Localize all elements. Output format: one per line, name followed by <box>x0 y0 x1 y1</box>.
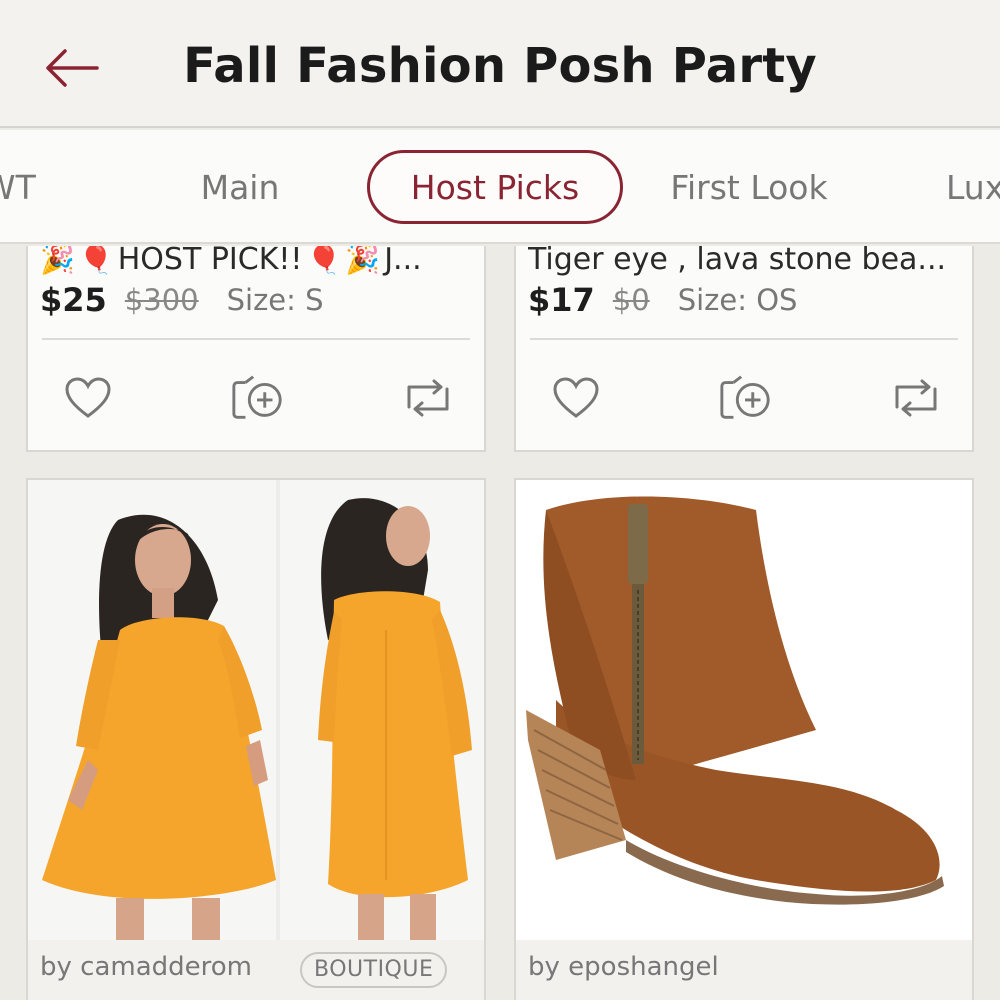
repost-icon <box>895 379 937 417</box>
seller-row: by camadderom BOUTIQUE <box>28 940 484 1000</box>
share-add-icon <box>232 375 282 419</box>
tab-luxury[interactable]: Luxury <box>946 150 1000 224</box>
listing-title: Tiger eye , lava stone bea... <box>528 246 947 277</box>
listing-size: Size: OS <box>677 283 798 317</box>
repost-button[interactable] <box>888 370 944 426</box>
boutique-badge: BOUTIQUE <box>300 952 448 988</box>
seller-row: by eposhangel <box>516 940 972 1000</box>
dress-photo <box>28 480 484 940</box>
tab-nwt[interactable]: NWT <box>0 150 42 224</box>
tab-bar: NWT Main Host Picks First Look Luxury <box>0 130 1000 244</box>
listing-photo[interactable] <box>516 480 972 940</box>
share-add-icon <box>720 375 770 419</box>
share-button[interactable] <box>230 370 286 426</box>
original-price: $0 <box>612 283 650 317</box>
listing-grid: 🎉 🎈 HOST PICK!! 🎈 🎉 J... $25 $300 Size: S … <box>0 246 1000 1000</box>
tab-host-picks[interactable]: Host Picks <box>367 150 623 224</box>
listing-size: Size: S <box>226 283 324 317</box>
listing-title-text: HOST PICK!! <box>117 246 303 277</box>
listing-actions <box>516 348 972 448</box>
seller-name[interactable]: by eposhangel <box>528 952 719 982</box>
party-popper-icon: 🎉 <box>345 246 381 276</box>
listing-actions <box>28 348 484 448</box>
repost-icon <box>407 379 449 417</box>
listing-card[interactable]: by eposhangel <box>514 478 974 1000</box>
party-popper-icon: 🎉 <box>40 246 75 276</box>
divider <box>530 338 958 340</box>
heart-icon <box>553 377 599 418</box>
share-button[interactable] <box>718 370 774 426</box>
original-price: $300 <box>124 283 199 317</box>
listing-photo[interactable] <box>28 480 484 940</box>
listing-card[interactable]: 🎉 🎈 HOST PICK!! 🎈 🎉 J... $25 $300 Size: S <box>26 246 486 452</box>
price-row: $17 $0 Size: OS <box>528 278 797 322</box>
heart-icon <box>65 377 111 418</box>
listing-title: 🎉 🎈 HOST PICK!! 🎈 🎉 J... <box>40 246 476 282</box>
balloon-icon: 🎈 <box>306 246 342 276</box>
boot-photo <box>516 480 972 940</box>
like-button[interactable] <box>548 370 604 426</box>
header: Fall Fashion Posh Party <box>0 0 1000 128</box>
listing-card[interactable]: by camadderom BOUTIQUE <box>26 478 486 1000</box>
tab-first-look[interactable]: First Look <box>652 150 846 224</box>
listing-card[interactable]: Tiger eye , lava stone bea... $17 $0 Siz… <box>514 246 974 452</box>
page-title: Fall Fashion Posh Party <box>183 38 817 94</box>
like-button[interactable] <box>60 370 116 426</box>
listing-price: $25 <box>40 281 107 319</box>
listing-price: $17 <box>528 281 595 319</box>
divider <box>42 338 470 340</box>
listing-title-suffix: J... <box>384 246 422 277</box>
seller-name[interactable]: by camadderom <box>40 952 252 982</box>
tab-main[interactable]: Main <box>178 150 302 224</box>
repost-button[interactable] <box>400 370 456 426</box>
balloon-icon: 🎈 <box>78 246 114 276</box>
price-row: $25 $300 Size: S <box>40 278 324 322</box>
